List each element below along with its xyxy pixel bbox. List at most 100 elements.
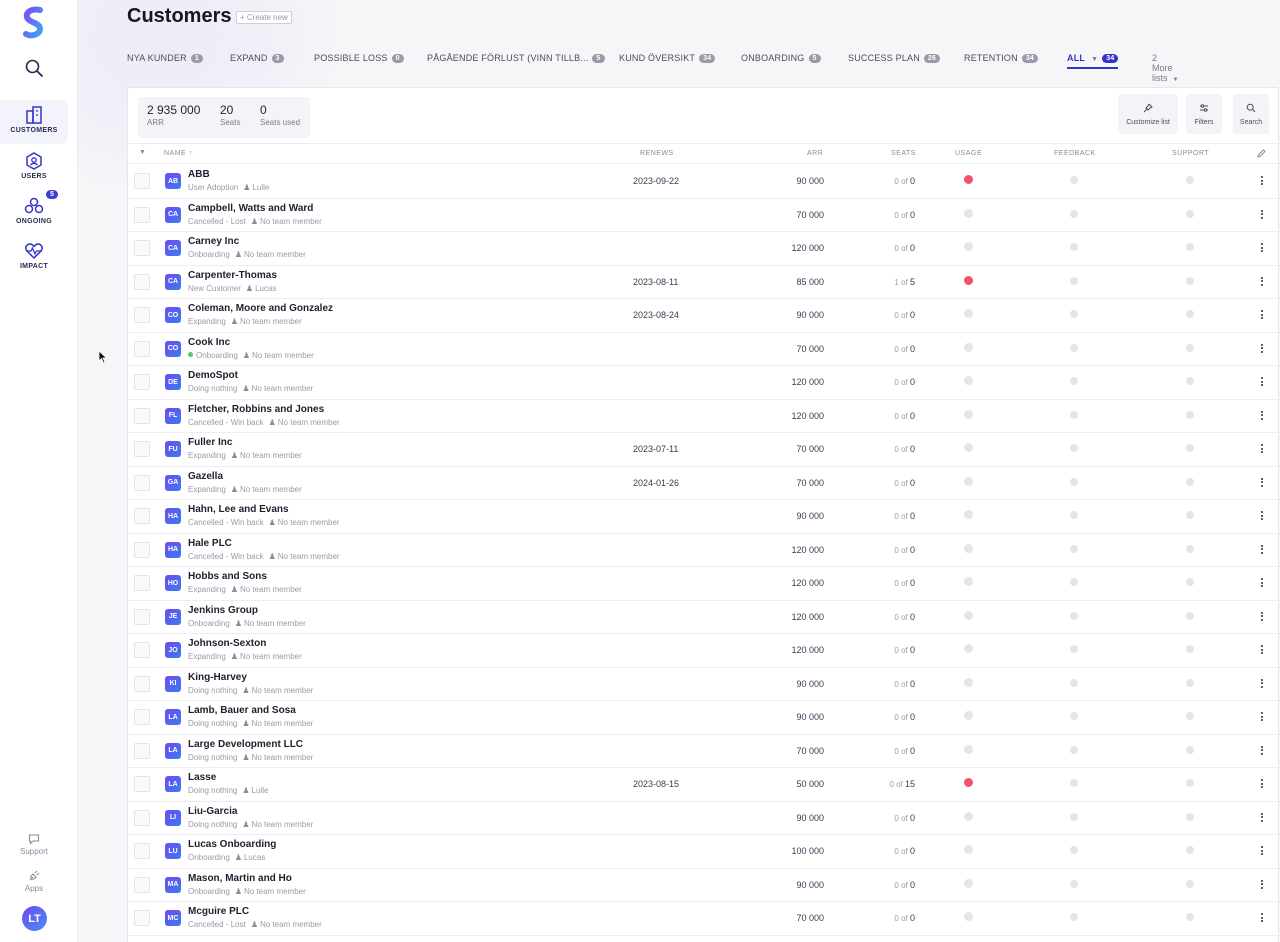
row-checkbox[interactable] bbox=[134, 675, 150, 692]
row-checkbox[interactable] bbox=[134, 340, 150, 357]
table-row[interactable]: KI King-Harvey Doing nothing ♟ No team membe… bbox=[128, 668, 1280, 701]
tab-expand[interactable]: EXPAND 3 bbox=[230, 53, 284, 63]
row-menu-icon[interactable] bbox=[1259, 511, 1265, 523]
row-checkbox[interactable] bbox=[134, 474, 150, 491]
row-checkbox[interactable] bbox=[134, 240, 150, 256]
row-menu-icon[interactable] bbox=[1259, 444, 1265, 456]
row-checkbox[interactable] bbox=[134, 742, 150, 759]
row-checkbox[interactable] bbox=[134, 407, 150, 424]
row-menu-icon[interactable] bbox=[1259, 745, 1265, 758]
table-row[interactable]: CA Carney Inc Onboarding ♟ No team member 120… bbox=[128, 232, 1280, 266]
customize-list-button[interactable]: Customize list bbox=[1118, 94, 1178, 134]
row-checkbox[interactable] bbox=[134, 608, 150, 625]
tab-onboarding[interactable]: ONBOARDING 5 bbox=[741, 53, 821, 63]
more-lists-dropdown[interactable]: 2 More lists ▼ bbox=[1152, 53, 1178, 83]
filters-button[interactable]: Filters bbox=[1186, 94, 1222, 134]
table-row[interactable]: LA Large Development LLC Doing nothing ♟ No … bbox=[128, 735, 1280, 768]
company-name[interactable]: Gazella bbox=[188, 471, 223, 482]
company-name[interactable]: Carney Inc bbox=[188, 236, 239, 247]
company-name[interactable]: Large Development LLC bbox=[188, 739, 303, 750]
table-row[interactable]: MA Mason, Martin and Ho Onboarding ♟ No team… bbox=[128, 869, 1280, 902]
row-checkbox[interactable] bbox=[134, 441, 150, 457]
row-menu-icon[interactable] bbox=[1259, 611, 1265, 624]
table-row[interactable]: GA Gazella Expanding ♟ No team member 2024-01… bbox=[128, 467, 1280, 500]
row-checkbox[interactable] bbox=[134, 173, 150, 189]
table-row[interactable]: LA Lamb, Bauer and Sosa Doing nothing ♟ No t… bbox=[128, 701, 1280, 735]
row-checkbox[interactable] bbox=[134, 575, 150, 591]
company-name[interactable]: ABB bbox=[188, 169, 210, 180]
company-name[interactable]: Mcguire PLC bbox=[188, 906, 249, 917]
table-row[interactable]: FL Fletcher, Robbins and Jones Cancelled -… bbox=[128, 400, 1280, 433]
company-name[interactable]: Cook Inc bbox=[188, 337, 230, 348]
row-menu-icon[interactable] bbox=[1259, 276, 1265, 289]
row-checkbox[interactable] bbox=[134, 843, 150, 859]
nav-customers[interactable]: CUSTOMERS bbox=[0, 100, 68, 144]
row-checkbox[interactable] bbox=[134, 709, 150, 725]
col-feedback[interactable]: FEEDBACK bbox=[1054, 150, 1096, 157]
col-renews[interactable]: RENEWS bbox=[640, 150, 674, 157]
table-row[interactable]: LA Lasse Doing nothing ♟ Lulle 2023-08-15 50 0… bbox=[128, 768, 1280, 802]
tab-possible-loss[interactable]: POSSIBLE LOSS 0 bbox=[314, 53, 404, 63]
col-support[interactable]: SUPPORT bbox=[1172, 150, 1209, 157]
company-name[interactable]: Hobbs and Sons bbox=[188, 571, 267, 582]
table-row[interactable]: FU Fuller Inc Expanding ♟ No team member 2023… bbox=[128, 433, 1280, 467]
table-row[interactable]: MC Mcguire PLC Cancelled - Lost ♟ No team me… bbox=[128, 902, 1280, 936]
row-checkbox[interactable] bbox=[134, 273, 150, 290]
col-arr[interactable]: ARR bbox=[807, 150, 823, 157]
company-name[interactable]: Johnson-Sexton bbox=[188, 638, 266, 649]
row-menu-icon[interactable] bbox=[1259, 477, 1265, 490]
table-row[interactable]: HA Hahn, Lee and Evans Cancelled - Win bac… bbox=[128, 500, 1280, 534]
row-menu-icon[interactable] bbox=[1259, 310, 1265, 322]
table-row[interactable]: JO Johnson-Sexton Expanding ♟ No team member… bbox=[128, 634, 1280, 668]
edit-pencil-icon[interactable] bbox=[1257, 149, 1266, 158]
company-name[interactable]: DemoSpot bbox=[188, 370, 238, 381]
row-menu-icon[interactable] bbox=[1259, 678, 1265, 691]
table-row[interactable]: LI Liu-Garcia Doing nothing ♟ No team member… bbox=[128, 802, 1280, 835]
table-row[interactable]: CA Carpenter-Thomas New Customer ♟ Lucas 2023… bbox=[128, 266, 1280, 299]
select-all-chevron-icon[interactable]: ▼ bbox=[139, 149, 146, 156]
company-name[interactable]: Fuller Inc bbox=[188, 437, 232, 448]
table-row[interactable]: AB ABB User Adoption ♟ Lulle 2023-09-22 90 000… bbox=[128, 165, 1280, 199]
nav-impact[interactable]: IMPACT bbox=[0, 236, 68, 280]
row-menu-icon[interactable] bbox=[1259, 343, 1265, 356]
search-button[interactable]: Search bbox=[1233, 94, 1269, 134]
company-name[interactable]: Carpenter-Thomas bbox=[188, 270, 277, 281]
create-new-button[interactable]: + Create new bbox=[236, 11, 292, 24]
user-avatar[interactable]: LT bbox=[22, 906, 47, 931]
apps-link[interactable]: Apps bbox=[0, 870, 68, 893]
row-checkbox[interactable] bbox=[134, 374, 150, 390]
row-menu-icon[interactable] bbox=[1259, 645, 1265, 657]
row-checkbox[interactable] bbox=[134, 910, 150, 926]
tab-success-plan[interactable]: SUCCESS PLAN 26 bbox=[848, 53, 941, 63]
tab-nya-kunder[interactable]: NYA KUNDER 1 bbox=[127, 53, 203, 63]
row-menu-icon[interactable] bbox=[1259, 176, 1265, 188]
table-row[interactable]: HA Hale PLC Cancelled - Win back ♟ No team m… bbox=[128, 534, 1280, 567]
row-checkbox[interactable] bbox=[134, 206, 150, 223]
row-checkbox[interactable] bbox=[134, 776, 150, 792]
company-name[interactable]: Lucas Onboarding bbox=[188, 839, 276, 850]
row-checkbox[interactable] bbox=[134, 876, 150, 893]
row-menu-icon[interactable] bbox=[1259, 544, 1265, 557]
tab-pagaende-forlust[interactable]: PÅGÅENDE FÖRLUST (VINN TILLB... 5 bbox=[427, 53, 605, 63]
row-checkbox[interactable] bbox=[134, 307, 150, 323]
table-row[interactable]: JE Jenkins Group Onboarding ♟ No team member… bbox=[128, 601, 1280, 634]
company-name[interactable]: Liu-Garcia bbox=[188, 806, 237, 817]
col-seats[interactable]: SEATS bbox=[891, 150, 916, 157]
row-menu-icon[interactable] bbox=[1259, 846, 1265, 858]
row-menu-icon[interactable] bbox=[1259, 243, 1265, 255]
company-name[interactable]: Coleman, Moore and Gonzalez bbox=[188, 303, 333, 314]
nav-users[interactable]: USERS bbox=[0, 146, 68, 190]
company-name[interactable]: Mason, Martin and Ho bbox=[188, 873, 292, 884]
company-name[interactable]: Hale PLC bbox=[188, 538, 232, 549]
row-menu-icon[interactable] bbox=[1259, 812, 1265, 825]
row-menu-icon[interactable] bbox=[1259, 578, 1265, 590]
company-name[interactable]: Lasse bbox=[188, 772, 216, 783]
table-row[interactable]: CO Coleman, Moore and Gonzalez Expanding ♟ N… bbox=[128, 299, 1280, 333]
row-menu-icon[interactable] bbox=[1259, 209, 1265, 222]
row-menu-icon[interactable] bbox=[1259, 712, 1265, 724]
row-checkbox[interactable] bbox=[134, 508, 150, 524]
table-row[interactable]: DE DemoSpot Doing nothing ♟ No team member 12… bbox=[128, 366, 1280, 400]
company-name[interactable]: King-Harvey bbox=[188, 672, 247, 683]
tab-all[interactable]: ALL ▼ 34 bbox=[1067, 53, 1119, 69]
table-row[interactable]: CA Campbell, Watts and Ward Cancelled - Lo… bbox=[128, 199, 1280, 232]
